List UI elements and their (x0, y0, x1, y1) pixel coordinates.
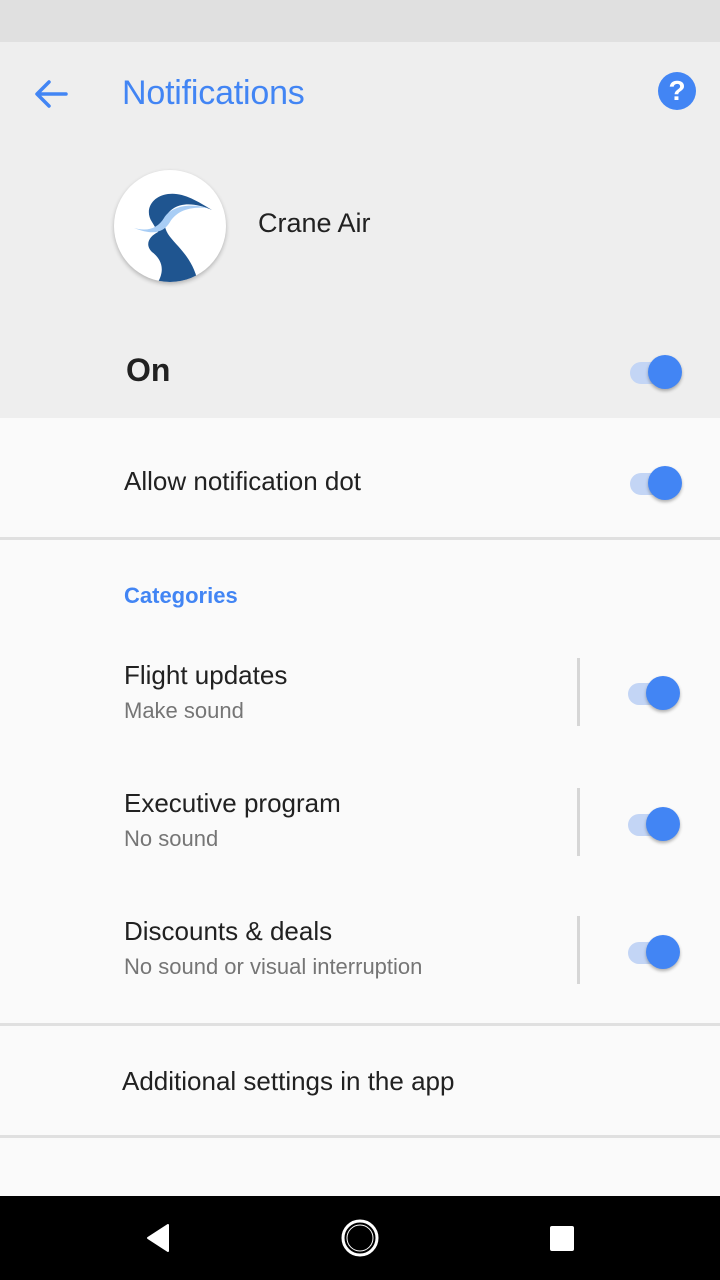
switch-thumb (648, 355, 682, 389)
divider (0, 1023, 720, 1026)
app-name: Crane Air (258, 208, 371, 238)
category-subtitle: No sound (124, 826, 219, 851)
app-header: Notifications ? Crane Air On (0, 42, 720, 418)
arrow-left-icon (35, 80, 68, 108)
category-title: Discounts & deals (124, 916, 333, 946)
nav-back-icon (147, 1224, 169, 1252)
vertical-separator (577, 916, 580, 984)
divider (0, 1135, 720, 1138)
crane-logo-icon (134, 193, 212, 282)
nav-home-button[interactable] (338, 1216, 382, 1260)
nav-back-button[interactable] (136, 1216, 180, 1260)
category-subtitle: Make sound (124, 698, 244, 723)
notification-dot-label: Allow notification dot (124, 466, 362, 496)
notification-dot-switch[interactable] (626, 461, 686, 501)
additional-settings-link[interactable]: Additional settings in the app (122, 1066, 454, 1097)
switch-thumb (646, 676, 680, 710)
page-title: Notifications (122, 74, 305, 112)
vertical-separator (577, 788, 580, 856)
flight-updates-switch[interactable] (624, 671, 684, 711)
master-toggle-label: On (126, 352, 171, 388)
category-title: Flight updates (124, 660, 288, 690)
nav-recents-icon (550, 1226, 574, 1251)
help-circle-icon: ? (668, 75, 686, 106)
category-title: Executive program (124, 788, 341, 818)
vertical-separator (577, 658, 580, 726)
nav-home-icon (341, 1219, 379, 1257)
back-button[interactable] (26, 72, 74, 116)
switch-thumb (648, 466, 682, 500)
executive-program-switch[interactable] (624, 802, 684, 842)
navigation-bar (0, 1196, 720, 1280)
nav-recents-button[interactable] (540, 1216, 584, 1260)
switch-thumb (646, 935, 680, 969)
app-icon (114, 170, 226, 282)
category-subtitle: No sound or visual interruption (124, 954, 423, 979)
divider (0, 537, 720, 540)
switch-thumb (646, 807, 680, 841)
categories-header: Categories (124, 583, 238, 608)
discounts-deals-switch[interactable] (624, 930, 684, 970)
status-bar (0, 0, 720, 42)
help-button[interactable]: ? (658, 72, 696, 110)
master-toggle-switch[interactable] (626, 350, 686, 390)
